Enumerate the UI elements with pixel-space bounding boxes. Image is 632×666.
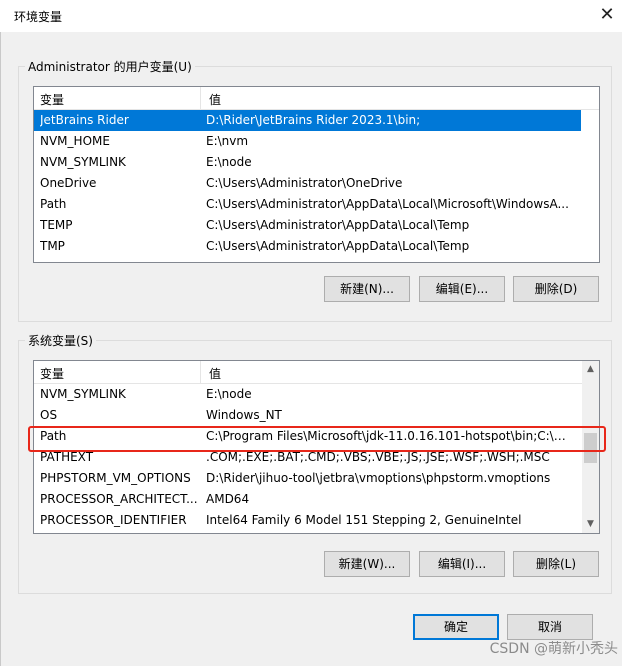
list-item[interactable]: OneDrive C:\Users\Administrator\OneDrive: [34, 173, 581, 194]
user-variables-legend: Administrator 的用户变量(U): [28, 60, 192, 74]
list-item[interactable]: NVM_HOME E:\nvm: [34, 131, 581, 152]
scroll-down-icon[interactable]: ▼: [582, 516, 599, 533]
variable-name: TMP: [40, 239, 65, 253]
user-new-button[interactable]: 新建(N)...: [324, 276, 410, 302]
variable-name: OS: [40, 408, 58, 422]
variable-value: C:\Users\Administrator\AppData\Local\Tem…: [206, 218, 470, 232]
list-item[interactable]: NVM_SYMLINK E:\node: [34, 384, 581, 405]
variable-name: TEMP: [40, 218, 73, 232]
system-new-button[interactable]: 新建(W)...: [324, 551, 410, 577]
watermark: CSDN @萌新小秃头: [489, 641, 618, 657]
title-bar: 环境变量 ✕: [0, 0, 632, 32]
column-header-value[interactable]: 值: [209, 91, 221, 108]
variable-value: Windows_NT: [206, 408, 282, 422]
variable-value: C:\Users\Administrator\OneDrive: [206, 176, 403, 190]
variable-name: PROCESSOR_ARCHITECT...: [40, 492, 198, 506]
list-header: 变量 值: [34, 87, 599, 110]
ok-button[interactable]: 确定: [413, 614, 499, 640]
variable-name: OneDrive: [40, 176, 97, 190]
list-item-selected[interactable]: JetBrains Rider D:\Rider\JetBrains Rider…: [34, 110, 581, 131]
environment-variables-dialog: 环境变量 ✕ Administrator 的用户变量(U) 变量 值 JetBr…: [0, 0, 632, 666]
system-variables-legend: 系统变量(S): [28, 334, 93, 348]
list-item[interactable]: PROCESSOR_IDENTIFIER Intel64 Family 6 Mo…: [34, 510, 581, 531]
variable-name: NVM_SYMLINK: [40, 387, 126, 401]
column-separator[interactable]: [200, 87, 201, 109]
cancel-button[interactable]: 取消: [507, 614, 593, 640]
list-item[interactable]: PROCESSOR_ARCHITECT... AMD64: [34, 489, 581, 510]
variable-value: Intel64 Family 6 Model 151 Stepping 2, G…: [206, 513, 522, 527]
variable-value: E:\nvm: [206, 134, 249, 148]
close-icon[interactable]: ✕: [596, 4, 618, 26]
variable-name: NVM_HOME: [40, 134, 110, 148]
list-header: 变量 值: [34, 361, 599, 384]
user-delete-button[interactable]: 删除(D): [513, 276, 599, 302]
variable-value: E:\node: [206, 387, 252, 401]
variable-value: D:\Rider\JetBrains Rider 2023.1\bin;: [206, 113, 421, 127]
window-title: 环境变量: [14, 10, 63, 24]
column-header-value[interactable]: 值: [209, 365, 221, 382]
variable-value: AMD64: [206, 492, 250, 506]
user-edit-button[interactable]: 编辑(E)...: [419, 276, 505, 302]
system-edit-button[interactable]: 编辑(I)...: [419, 551, 505, 577]
scroll-up-icon[interactable]: ▲: [582, 361, 599, 378]
user-variables-list[interactable]: 变量 值 JetBrains Rider D:\Rider\JetBrains …: [33, 86, 600, 263]
column-separator[interactable]: [200, 361, 201, 383]
variable-value: E:\node: [206, 155, 252, 169]
column-header-variable[interactable]: 变量: [40, 91, 64, 108]
list-item[interactable]: Path C:\Users\Administrator\AppData\Loca…: [34, 194, 581, 215]
variable-name: JetBrains Rider: [40, 113, 129, 127]
list-item[interactable]: PHPSTORM_VM_OPTIONS D:\Rider\jihuo-tool\…: [34, 468, 581, 489]
list-item[interactable]: OS Windows_NT: [34, 405, 581, 426]
path-highlight-annotation: [28, 426, 606, 452]
variable-name: Path: [40, 197, 67, 211]
system-delete-button[interactable]: 删除(L): [513, 551, 599, 577]
list-item[interactable]: TEMP C:\Users\Administrator\AppData\Loca…: [34, 215, 581, 236]
list-item[interactable]: TMP C:\Users\Administrator\AppData\Local…: [34, 236, 581, 257]
variable-value: C:\Users\Administrator\AppData\Local\Mic…: [206, 197, 569, 211]
variable-value: C:\Users\Administrator\AppData\Local\Tem…: [206, 239, 470, 253]
window-border: [0, 32, 1, 666]
variable-value: D:\Rider\jihuo-tool\jetbra\vmoptions\php…: [206, 471, 551, 485]
list-item[interactable]: NVM_SYMLINK E:\node: [34, 152, 581, 173]
variable-name: PHPSTORM_VM_OPTIONS: [40, 471, 191, 485]
variable-name: PROCESSOR_IDENTIFIER: [40, 513, 187, 527]
variable-name: NVM_SYMLINK: [40, 155, 126, 169]
column-header-variable[interactable]: 变量: [40, 365, 64, 382]
